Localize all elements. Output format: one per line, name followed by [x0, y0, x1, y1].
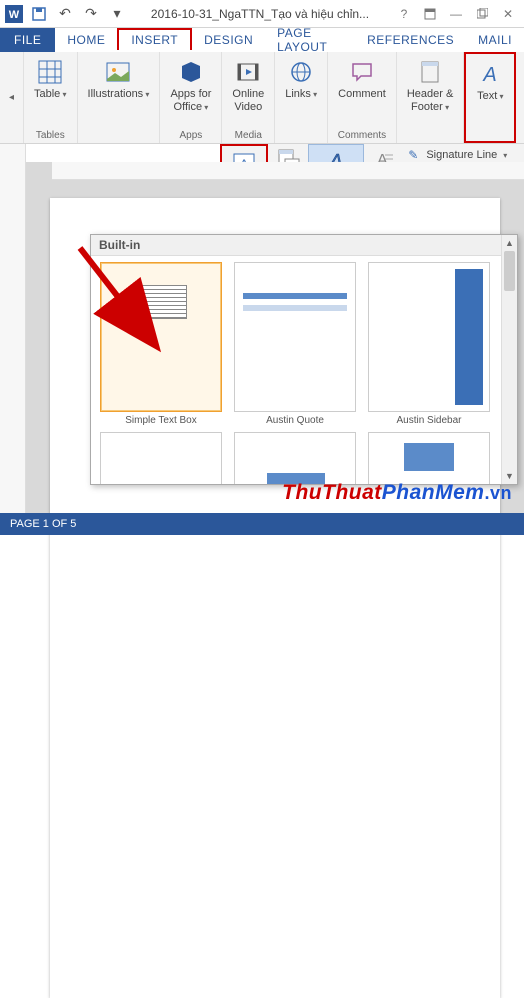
redo-icon[interactable]: ↷: [82, 5, 100, 23]
gallery-item-austin-sidebar[interactable]: Austin Sidebar: [365, 262, 493, 426]
close-icon[interactable]: ✕: [498, 4, 518, 24]
ribbon-group-illustrations: Illustrations: [78, 52, 161, 143]
gallery-item-5[interactable]: [231, 432, 359, 484]
ribbon-display-icon[interactable]: [420, 4, 440, 24]
signature-line-button[interactable]: ✎Signature Line ▾: [406, 148, 507, 162]
signature-icon: ✎: [406, 148, 420, 162]
undo-icon[interactable]: ↶: [56, 5, 74, 23]
tab-design[interactable]: DESIGN: [192, 28, 265, 52]
picture-icon: [104, 58, 132, 86]
scroll-thumb[interactable]: [504, 251, 515, 291]
quick-access-toolbar: ↶ ↷ ▾: [30, 5, 126, 23]
scroll-up-icon[interactable]: ▲: [502, 235, 517, 251]
text-a-icon: A: [476, 60, 504, 88]
thumb-austin-quote: [234, 262, 356, 412]
online-video-label: Online Video: [232, 88, 264, 113]
comment-label: Comment: [338, 88, 386, 101]
horizontal-ruler: [52, 162, 524, 180]
gallery-section-header: Built-in: [91, 235, 517, 256]
ribbon: ◂ Table Tables Illustrations Apps for Of…: [0, 52, 524, 144]
gallery-item-6[interactable]: [365, 432, 493, 484]
tab-page-layout[interactable]: PAGE LAYOUT: [265, 28, 355, 52]
tab-mailings[interactable]: MAILI: [466, 28, 524, 52]
ribbon-group-apps: Apps for Office Apps: [160, 52, 222, 143]
ribbon-group-tables: Table Tables: [24, 52, 78, 143]
apps-for-office-button[interactable]: Apps for Office: [166, 56, 215, 115]
gallery-item-austin-quote[interactable]: Austin Quote: [231, 262, 359, 426]
save-icon[interactable]: [30, 5, 48, 23]
pages-scroll-icon[interactable]: ◂: [9, 92, 14, 103]
ribbon-group-comments: Comment Comments: [328, 52, 397, 143]
links-button[interactable]: Links: [281, 56, 321, 103]
page-indicator[interactable]: PAGE 1 OF 5: [10, 518, 76, 530]
svg-text:A: A: [483, 64, 497, 86]
comment-icon: [348, 58, 376, 86]
thumb-4: [100, 432, 222, 484]
link-icon: [287, 58, 315, 86]
table-icon: [36, 58, 64, 86]
ribbon-group-links: Links: [275, 52, 328, 143]
text-label: Text: [477, 90, 503, 103]
tab-file[interactable]: FILE: [0, 28, 55, 52]
illustrations-button[interactable]: Illustrations: [84, 56, 154, 103]
online-video-button[interactable]: Online Video: [228, 56, 268, 115]
table-button[interactable]: Table: [30, 56, 71, 103]
header-footer-button[interactable]: Header & Footer: [403, 56, 457, 115]
tab-home[interactable]: HOME: [55, 28, 117, 52]
comment-button[interactable]: Comment: [334, 56, 390, 103]
header-footer-icon: [416, 58, 444, 86]
qat-customize-icon[interactable]: ▾: [108, 5, 126, 23]
office-apps-icon: [177, 58, 205, 86]
ribbon-group-media: Online Video Media: [222, 52, 275, 143]
links-label: Links: [285, 88, 317, 101]
thumb-simple-text-box: [100, 262, 222, 412]
document-title: 2016-10-31_NgaTTN_Tạo và hiệu chỉn...: [126, 7, 394, 21]
vertical-ruler: [0, 144, 26, 513]
header-footer-label: Header & Footer: [407, 88, 453, 113]
ribbon-group-text: A Text: [464, 52, 516, 143]
thumb-5: [234, 432, 356, 484]
minimize-icon[interactable]: —: [446, 4, 466, 24]
text-box-gallery: Built-in Simple Text Box Austin Quote Au…: [90, 234, 518, 485]
thumb-austin-sidebar: [368, 262, 490, 412]
tab-insert[interactable]: INSERT: [117, 28, 192, 52]
ribbon-group-header-footer: Header & Footer: [397, 52, 464, 143]
word-app-icon: W: [4, 4, 24, 24]
thumb-6: [368, 432, 490, 484]
watermark-logo: ThuThuatPhanMem.vn: [282, 480, 512, 505]
text-button[interactable]: A Text: [472, 58, 508, 105]
illustrations-label: Illustrations: [88, 88, 150, 101]
svg-text:W: W: [9, 9, 20, 21]
title-bar: W ↶ ↷ ▾ 2016-10-31_NgaTTN_Tạo và hiệu ch…: [0, 0, 524, 28]
ribbon-tabs: FILE HOME INSERT DESIGN PAGE LAYOUT REFE…: [0, 28, 524, 52]
video-icon: [234, 58, 262, 86]
restore-icon[interactable]: [472, 4, 492, 24]
table-label: Table: [34, 88, 67, 101]
gallery-item-simple-text-box[interactable]: Simple Text Box: [97, 262, 225, 426]
help-icon[interactable]: ?: [394, 4, 414, 24]
tab-references[interactable]: REFERENCES: [355, 28, 466, 52]
status-bar: PAGE 1 OF 5: [0, 513, 524, 535]
apps-label: Apps for Office: [170, 88, 211, 113]
gallery-item-4[interactable]: [97, 432, 225, 484]
gallery-scrollbar[interactable]: ▲ ▼: [501, 235, 517, 484]
